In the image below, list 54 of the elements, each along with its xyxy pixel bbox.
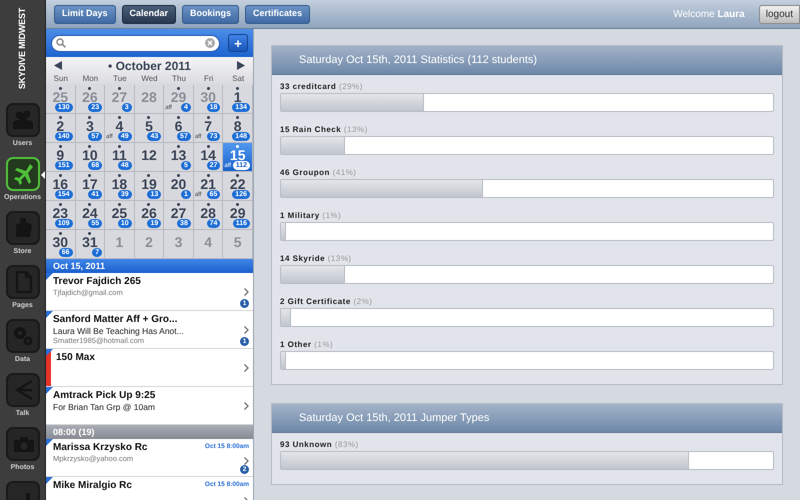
nav-tab[interactable]: Certificates	[245, 4, 310, 24]
chevron-icon	[244, 288, 249, 296]
bar-label: 1 Military (1%)	[280, 211, 342, 221]
row-title: Amtrack Pick Up 9:25	[53, 390, 156, 402]
section-header: Oct 15, 2011	[46, 259, 253, 273]
brand-logo: SKYDIVE MIDWEST	[16, 8, 28, 90]
chevron-icon	[244, 402, 249, 410]
chevron-icon	[244, 457, 249, 465]
bar-label: 15 Rain Check (13%)	[280, 125, 369, 135]
chevron-icon	[244, 326, 249, 334]
weekday-label: Mon	[82, 74, 100, 84]
agenda-row[interactable]: Amtrack Pick Up 9:25 For Brian Tan Grp @ 10am	[46, 387, 253, 425]
bar-label: 1 Other (1%)	[280, 340, 334, 350]
row-title: Trevor Fajdich 265	[53, 276, 142, 288]
calendar-day[interactable]: 12	[134, 143, 164, 172]
agenda-row[interactable]: 150 Max	[46, 349, 253, 387]
chevron-icon	[244, 364, 249, 372]
bar-label: 2 Gift Certificate (2%)	[280, 297, 374, 307]
corner-flag	[46, 273, 53, 280]
row-note: For Brian Tan Grp @ 10am	[53, 402, 156, 412]
nav-tab[interactable]: Calendar	[122, 4, 176, 24]
nav-tab[interactable]: Limit Days	[54, 4, 116, 24]
row-title: Marissa Krzysko Rc	[53, 442, 148, 454]
bar-label: 33 creditcard (29%)	[280, 82, 364, 92]
weekday-label: Sat	[231, 74, 246, 84]
next-month-icon[interactable]	[236, 61, 245, 70]
month-title: • October 2011	[108, 58, 191, 74]
add-button[interactable]: +	[228, 34, 248, 52]
weekday-label: Tue	[112, 74, 128, 84]
weekday-label: Sun	[52, 74, 69, 84]
bar-label: 14 Skyride (13%)	[280, 254, 353, 264]
bar-label: 46 Groupon (41%)	[280, 168, 358, 178]
row-title: 150 Max	[56, 352, 96, 364]
nav-tab[interactable]: Bookings	[182, 4, 240, 24]
panel-title: Saturday Oct 15th, 2011 Jumper Types	[272, 404, 782, 433]
search-field[interactable]	[51, 34, 220, 52]
corner-flag	[46, 349, 53, 356]
panel-title: Saturday Oct 15th, 2011 Statistics (112 students)	[272, 46, 782, 75]
section-header: 08:00 (19)	[46, 425, 253, 439]
row-note: Laura Will Be Teaching Has Anot...	[53, 326, 185, 336]
corner-flag	[46, 477, 53, 484]
row-title: Mike Miralgio Rc	[53, 480, 133, 492]
corner-flag	[46, 439, 53, 446]
weekday-label: Wed	[140, 74, 159, 84]
row-title: Sanford Matter Aff + Gro...	[53, 314, 178, 326]
logout-button[interactable]: logout	[758, 4, 800, 24]
weekday-label: Thu	[171, 74, 187, 84]
corner-flag	[46, 311, 53, 318]
bar-label: 93 Unknown (83%)	[280, 440, 360, 450]
previous-month-icon[interactable]	[54, 61, 62, 70]
weekday-label: Fri	[202, 74, 214, 84]
search-icon	[56, 38, 66, 48]
corner-flag	[46, 387, 53, 394]
welcome-text: Welcome Laura	[673, 8, 745, 22]
